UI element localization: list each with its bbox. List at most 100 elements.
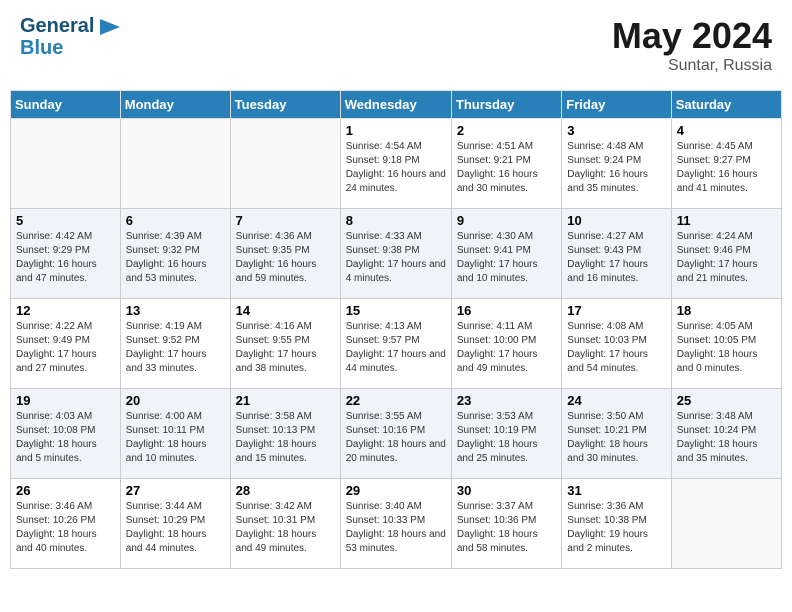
day-info: Sunrise: 3:42 AM Sunset: 10:31 PM Daylig… (236, 500, 335, 556)
day-number: 20 (126, 393, 225, 408)
calendar-cell: 28 Sunrise: 3:42 AM Sunset: 10:31 PM Dayl… (230, 479, 340, 569)
day-number: 30 (457, 483, 556, 498)
calendar-cell (120, 119, 230, 209)
day-info: Sunrise: 4:33 AM Sunset: 9:38 PM Dayligh… (346, 230, 446, 286)
calendar-week-row: 19 Sunrise: 4:03 AM Sunset: 10:08 PM Dayl… (11, 389, 782, 479)
calendar-cell: 16Sunrise: 4:11 AM Sunset: 10:00 PM Dayl… (451, 299, 561, 389)
calendar-cell: 21 Sunrise: 3:58 AM Sunset: 10:13 PM Dayl… (230, 389, 340, 479)
day-info: Sunrise: 4:51 AM Sunset: 9:21 PM Dayligh… (457, 140, 556, 196)
day-info: Sunrise: 3:58 AM Sunset: 10:13 PM Daylig… (236, 410, 335, 466)
calendar-cell: 17 Sunrise: 4:08 AM Sunset: 10:03 PM Dayl… (562, 299, 671, 389)
calendar-cell: 18 Sunrise: 4:05 AM Sunset: 10:05 PM Dayl… (671, 299, 781, 389)
day-number: 23 (457, 393, 556, 408)
day-number: 11 (677, 213, 776, 228)
day-info: Sunrise: 4:27 AM Sunset: 9:43 PM Dayligh… (567, 230, 665, 286)
header-day-monday: Monday (120, 91, 230, 119)
calendar-table: SundayMondayTuesdayWednesdayThursdayFrid… (10, 90, 782, 569)
day-info: Sunrise: 4:42 AM Sunset: 9:29 PM Dayligh… (16, 230, 115, 286)
calendar-cell: 7Sunrise: 4:36 AM Sunset: 9:35 PM Daylig… (230, 209, 340, 299)
day-number: 10 (567, 213, 665, 228)
day-number: 15 (346, 303, 446, 318)
day-number: 16 (457, 303, 556, 318)
day-info: Sunrise: 4:30 AM Sunset: 9:41 PM Dayligh… (457, 230, 556, 286)
calendar-cell: 10 Sunrise: 4:27 AM Sunset: 9:43 PM Dayli… (562, 209, 671, 299)
calendar-cell: 13Sunrise: 4:19 AM Sunset: 9:52 PM Dayli… (120, 299, 230, 389)
day-info: Sunrise: 3:50 AM Sunset: 10:21 PM Daylig… (567, 410, 665, 466)
calendar-cell: 12 Sunrise: 4:22 AM Sunset: 9:49 PM Dayli… (11, 299, 121, 389)
day-number: 21 (236, 393, 335, 408)
day-info: Sunrise: 4:48 AM Sunset: 9:24 PM Dayligh… (567, 140, 665, 196)
day-info: Sunrise: 4:00 AM Sunset: 10:11 PM Daylig… (126, 410, 225, 466)
day-info: Sunrise: 4:22 AM Sunset: 9:49 PM Dayligh… (16, 320, 115, 376)
day-number: 5 (16, 213, 115, 228)
day-info: Sunrise: 3:55 AM Sunset: 10:16 PM Daylig… (346, 410, 446, 466)
day-number: 17 (567, 303, 665, 318)
day-number: 4 (677, 123, 776, 138)
day-number: 18 (677, 303, 776, 318)
day-number: 14 (236, 303, 335, 318)
day-info: Sunrise: 3:44 AM Sunset: 10:29 PM Daylig… (126, 500, 225, 556)
day-info: Sunrise: 4:39 AM Sunset: 9:32 PM Dayligh… (126, 230, 225, 286)
calendar-cell: 25Sunrise: 3:48 AM Sunset: 10:24 PM Dayl… (671, 389, 781, 479)
calendar-week-row: 1 Sunrise: 4:54 AM Sunset: 9:18 PM Daylig… (11, 119, 782, 209)
calendar-cell: 24 Sunrise: 3:50 AM Sunset: 10:21 PM Dayl… (562, 389, 671, 479)
day-info: Sunrise: 3:40 AM Sunset: 10:33 PM Daylig… (346, 500, 446, 556)
month-title: May 2024 (612, 15, 772, 57)
day-info: Sunrise: 4:54 AM Sunset: 9:18 PM Dayligh… (346, 140, 446, 196)
location-subtitle: Suntar, Russia (612, 57, 772, 75)
day-info: Sunrise: 4:19 AM Sunset: 9:52 PM Dayligh… (126, 320, 225, 376)
day-number: 2 (457, 123, 556, 138)
day-info: Sunrise: 4:45 AM Sunset: 9:27 PM Dayligh… (677, 140, 776, 196)
day-info: Sunrise: 4:03 AM Sunset: 10:08 PM Daylig… (16, 410, 115, 466)
day-number: 3 (567, 123, 665, 138)
day-info: Sunrise: 3:36 AM Sunset: 10:38 PM Daylig… (567, 500, 665, 556)
calendar-cell: 15Sunrise: 4:13 AM Sunset: 9:57 PM Dayli… (340, 299, 451, 389)
day-number: 12 (16, 303, 115, 318)
day-number: 31 (567, 483, 665, 498)
day-info: Sunrise: 3:46 AM Sunset: 10:26 PM Daylig… (16, 500, 115, 556)
calendar-cell: 26 Sunrise: 3:46 AM Sunset: 10:26 PM Dayl… (11, 479, 121, 569)
day-number: 26 (16, 483, 115, 498)
day-info: Sunrise: 4:05 AM Sunset: 10:05 PM Daylig… (677, 320, 776, 376)
calendar-cell: 5 Sunrise: 4:42 AM Sunset: 9:29 PM Daylig… (11, 209, 121, 299)
calendar-cell: 4 Sunrise: 4:45 AM Sunset: 9:27 PM Daylig… (671, 119, 781, 209)
day-number: 24 (567, 393, 665, 408)
day-number: 25 (677, 393, 776, 408)
calendar-cell: 8 Sunrise: 4:33 AM Sunset: 9:38 PM Daylig… (340, 209, 451, 299)
header-day-sunday: Sunday (11, 91, 121, 119)
calendar-cell: 29 Sunrise: 3:40 AM Sunset: 10:33 PM Dayl… (340, 479, 451, 569)
day-info: Sunrise: 4:08 AM Sunset: 10:03 PM Daylig… (567, 320, 665, 376)
calendar-cell (230, 119, 340, 209)
calendar-cell: 11Sunrise: 4:24 AM Sunset: 9:46 PM Dayli… (671, 209, 781, 299)
day-info: Sunrise: 4:36 AM Sunset: 9:35 PM Dayligh… (236, 230, 335, 286)
calendar-week-row: 26 Sunrise: 3:46 AM Sunset: 10:26 PM Dayl… (11, 479, 782, 569)
day-number: 8 (346, 213, 446, 228)
day-info: Sunrise: 4:16 AM Sunset: 9:55 PM Dayligh… (236, 320, 335, 376)
day-number: 27 (126, 483, 225, 498)
calendar-header-row: SundayMondayTuesdayWednesdayThursdayFrid… (11, 91, 782, 119)
calendar-cell: 6 Sunrise: 4:39 AM Sunset: 9:32 PM Daylig… (120, 209, 230, 299)
calendar-cell: 2 Sunrise: 4:51 AM Sunset: 9:21 PM Daylig… (451, 119, 561, 209)
logo: General Blue (20, 15, 120, 59)
calendar-cell: 9 Sunrise: 4:30 AM Sunset: 9:41 PM Daylig… (451, 209, 561, 299)
header-day-thursday: Thursday (451, 91, 561, 119)
calendar-cell (11, 119, 121, 209)
day-number: 29 (346, 483, 446, 498)
day-number: 6 (126, 213, 225, 228)
day-number: 1 (346, 123, 446, 138)
calendar-cell: 23Sunrise: 3:53 AM Sunset: 10:19 PM Dayl… (451, 389, 561, 479)
day-number: 19 (16, 393, 115, 408)
calendar-cell: 14 Sunrise: 4:16 AM Sunset: 9:55 PM Dayli… (230, 299, 340, 389)
day-info: Sunrise: 3:37 AM Sunset: 10:36 PM Daylig… (457, 500, 556, 556)
calendar-cell: 19 Sunrise: 4:03 AM Sunset: 10:08 PM Dayl… (11, 389, 121, 479)
day-number: 9 (457, 213, 556, 228)
day-number: 28 (236, 483, 335, 498)
calendar-cell: 30 Sunrise: 3:37 AM Sunset: 10:36 PM Dayl… (451, 479, 561, 569)
calendar-cell: 20 Sunrise: 4:00 AM Sunset: 10:11 PM Dayl… (120, 389, 230, 479)
header-day-wednesday: Wednesday (340, 91, 451, 119)
calendar-cell: 22 Sunrise: 3:55 AM Sunset: 10:16 PM Dayl… (340, 389, 451, 479)
calendar-cell: 1 Sunrise: 4:54 AM Sunset: 9:18 PM Daylig… (340, 119, 451, 209)
calendar-cell: 3 Sunrise: 4:48 AM Sunset: 9:24 PM Daylig… (562, 119, 671, 209)
day-number: 22 (346, 393, 446, 408)
header-day-saturday: Saturday (671, 91, 781, 119)
